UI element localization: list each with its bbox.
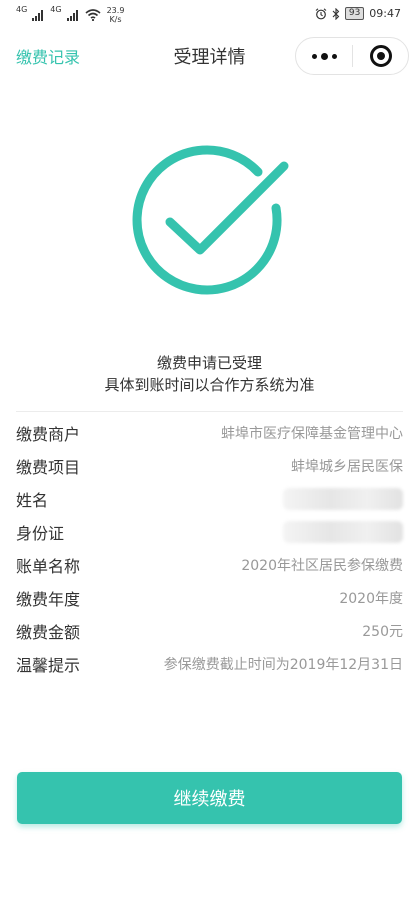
bluetooth-icon: [332, 7, 340, 20]
detail-label: 姓名: [16, 490, 49, 510]
more-button[interactable]: [296, 52, 352, 60]
detail-label: 缴费商户: [16, 424, 81, 444]
net-speed-value: 23.9: [106, 6, 125, 15]
battery-level: 93: [348, 8, 361, 18]
close-button[interactable]: [353, 45, 408, 67]
net-speed-unit: K/s: [109, 15, 122, 24]
detail-row-id-card: 身份证: [16, 515, 403, 548]
mini-program-capsule: [295, 37, 409, 75]
result-message-title: 缴费申请已受理: [156, 354, 262, 372]
detail-row-name: 姓名: [16, 482, 403, 515]
signal-2-icon: [66, 9, 78, 21]
detail-value: 2020年度: [339, 590, 403, 607]
redacted-id: [283, 520, 403, 543]
signal-1-label: 4G: [16, 5, 28, 14]
wifi-icon: [85, 9, 101, 21]
check-circle-icon: [132, 145, 289, 295]
battery-icon: 93: [344, 7, 365, 20]
detail-row-merchant: 缴费商户 蚌埠市医疗保障基金管理中心: [16, 416, 403, 449]
detail-value: 参保缴费截止时间为2019年12月31日: [163, 656, 403, 673]
detail-value: 蚌埠城乡居民医保: [291, 458, 403, 475]
details-list: 缴费商户 蚌埠市医疗保障基金管理中心 缴费项目 蚌埠城乡居民医保 姓名 身份证 …: [16, 416, 403, 680]
target-close-icon: [369, 45, 392, 67]
result-message-subtitle: 具体到账时间以合作方系统为准: [104, 376, 315, 394]
detail-row-tip: 温馨提示 参保缴费截止时间为2019年12月31日: [16, 647, 403, 680]
status-right: 93 09:47: [315, 7, 401, 20]
status-time: 09:47: [369, 7, 401, 20]
detail-label: 账单名称: [16, 556, 81, 576]
detail-value: 蚌埠市医疗保障基金管理中心: [221, 425, 403, 442]
signal-2-label: 4G: [50, 5, 62, 14]
continue-payment-button[interactable]: 继续缴费: [17, 772, 402, 824]
detail-row-year: 缴费年度 2020年度: [16, 581, 403, 614]
status-left: 4G 4G 23.9 K/s: [16, 5, 125, 25]
detail-label: 温馨提示: [16, 655, 81, 675]
detail-row-bill-name: 账单名称 2020年社区居民参保缴费: [16, 548, 403, 581]
more-dots-icon: [311, 52, 337, 60]
detail-row-item: 缴费项目 蚌埠城乡居民医保: [16, 449, 403, 482]
detail-value: 2020年社区居民参保缴费: [241, 557, 403, 574]
divider: [16, 411, 403, 412]
signal-1-icon: [32, 9, 44, 21]
detail-label: 缴费年度: [16, 589, 81, 609]
alarm-icon: [315, 7, 327, 19]
detail-label: 身份证: [16, 523, 65, 543]
detail-row-amount: 缴费金额 250元: [16, 614, 403, 647]
detail-value: 250元: [362, 623, 403, 640]
net-speed: 23.9 K/s: [107, 6, 125, 24]
status-bar: 4G 4G 23.9 K/s 93 09:47: [0, 0, 419, 28]
detail-label: 缴费项目: [16, 457, 81, 477]
redacted-name: [283, 487, 403, 510]
detail-label: 缴费金额: [16, 622, 81, 642]
nav-bar: 缴费记录 受理详情: [0, 28, 419, 84]
